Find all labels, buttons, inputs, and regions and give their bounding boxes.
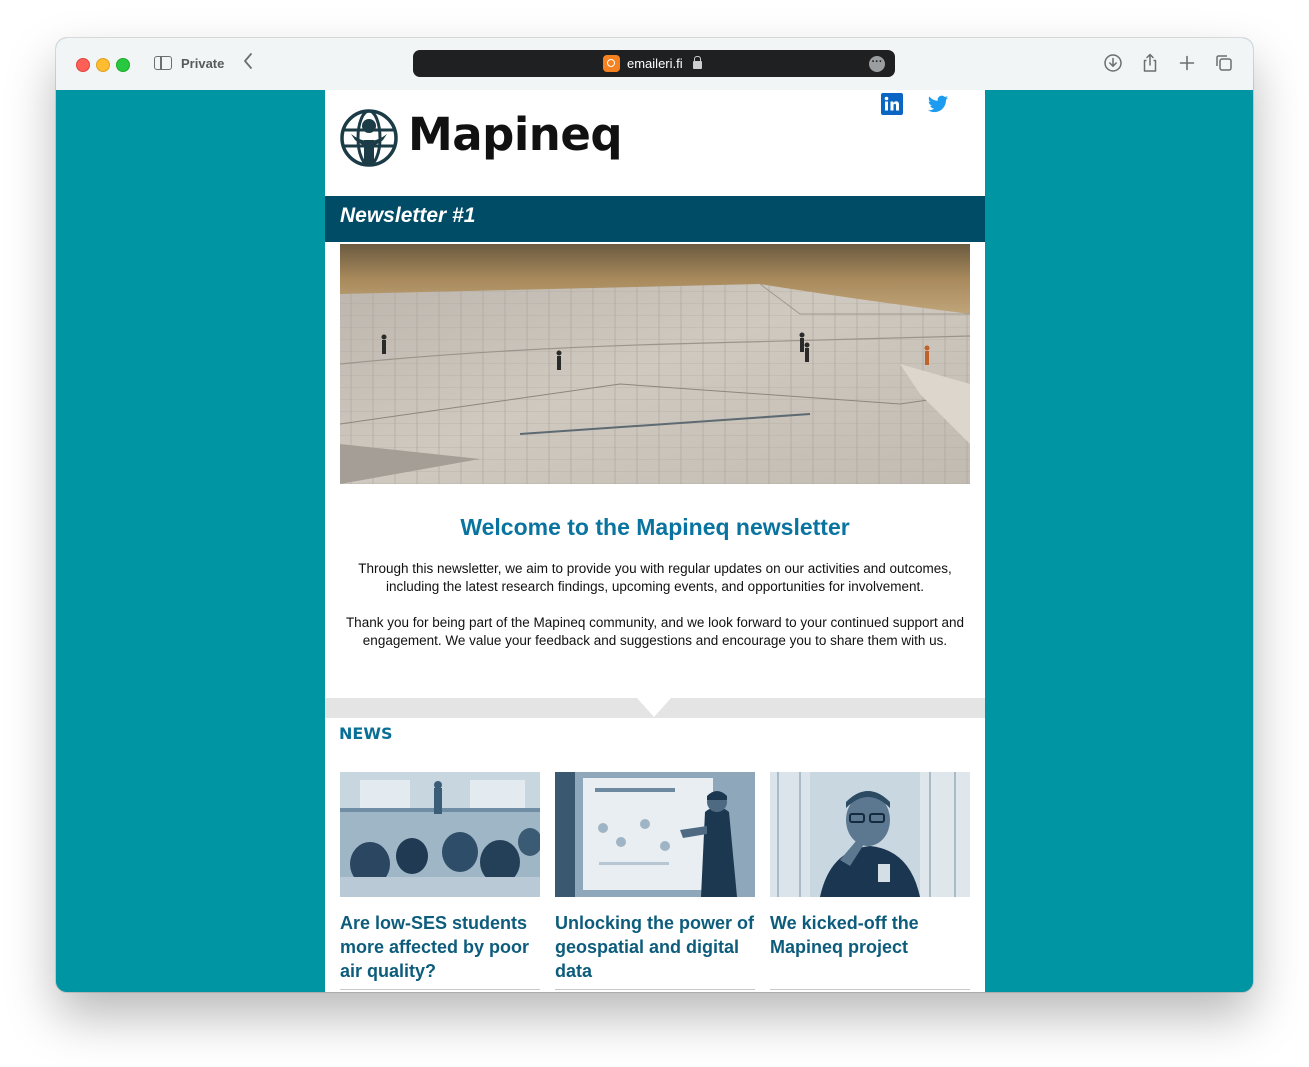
page-viewport: Mapineq Newsletter #1 Welcome to the Map… [56,90,1253,992]
news-card-title[interactable]: We kicked-off the Mapineq project [770,911,970,959]
newsletter-banner: Newsletter #1 [325,196,985,242]
browser-window: Private emaileri.fi ··· Mapineq Newslett… [56,38,1253,992]
newsletter-email: Mapineq Newsletter #1 Welcome to the Map… [325,90,985,992]
intro-paragraph: Through this newsletter, we aim to provi… [358,561,952,594]
thanks-paragraph: Thank you for being part of the Mapineq … [345,615,965,648]
divider-notch [637,698,671,717]
mapineq-globe-logo-icon [340,109,398,167]
zoom-window-button[interactable] [116,58,130,72]
minimize-window-button[interactable] [96,58,110,72]
welcome-heading: Welcome to the Mapineq newsletter [460,514,850,540]
back-button[interactable] [242,52,254,74]
news-card[interactable]: Are low-SES students more affected by po… [340,772,540,990]
news-heading: NEWS [339,724,393,743]
tabs-icon [1216,55,1232,71]
news-card[interactable]: Unlocking the power of geospatial and di… [555,772,755,990]
linkedin-icon[interactable] [881,93,903,115]
close-window-button[interactable] [76,58,90,72]
browser-toolbar: Private emaileri.fi ··· [56,38,1253,91]
new-tab-button[interactable] [1176,52,1198,74]
card-separator [555,989,755,990]
chevron-left-icon [244,53,252,69]
emaileri-favicon-icon [603,55,620,72]
share-icon [1143,53,1157,72]
news-card-title[interactable]: Unlocking the power of geospatial and di… [555,911,755,983]
classroom-photo[interactable] [340,772,540,897]
lock-icon [693,56,702,69]
private-mode-label: Private [181,56,225,71]
news-card-title[interactable]: Are low-SES students more affected by po… [340,911,540,983]
address-bar[interactable]: emaileri.fi ··· [413,50,895,77]
page-menu-button[interactable]: ··· [869,56,885,72]
downloads-button[interactable] [1102,52,1124,74]
twitter-icon[interactable] [927,93,949,115]
news-card[interactable]: We kicked-off the Mapineq project [770,772,970,990]
plus-icon [1179,55,1195,71]
download-icon [1104,54,1122,72]
newsletter-number-title: Newsletter #1 [340,204,476,227]
brand-name: Mapineq [408,108,623,161]
share-button[interactable] [1139,52,1161,74]
sidebar-toggle-icon[interactable] [154,56,172,70]
portrait-photo[interactable] [770,772,970,897]
tab-overview-button[interactable] [1213,52,1235,74]
card-separator [770,989,970,990]
card-separator [340,989,540,990]
hero-image [340,244,970,484]
presentation-photo[interactable] [555,772,755,897]
url-text: emaileri.fi [627,56,683,71]
plaza-photo-illustration [340,244,970,484]
